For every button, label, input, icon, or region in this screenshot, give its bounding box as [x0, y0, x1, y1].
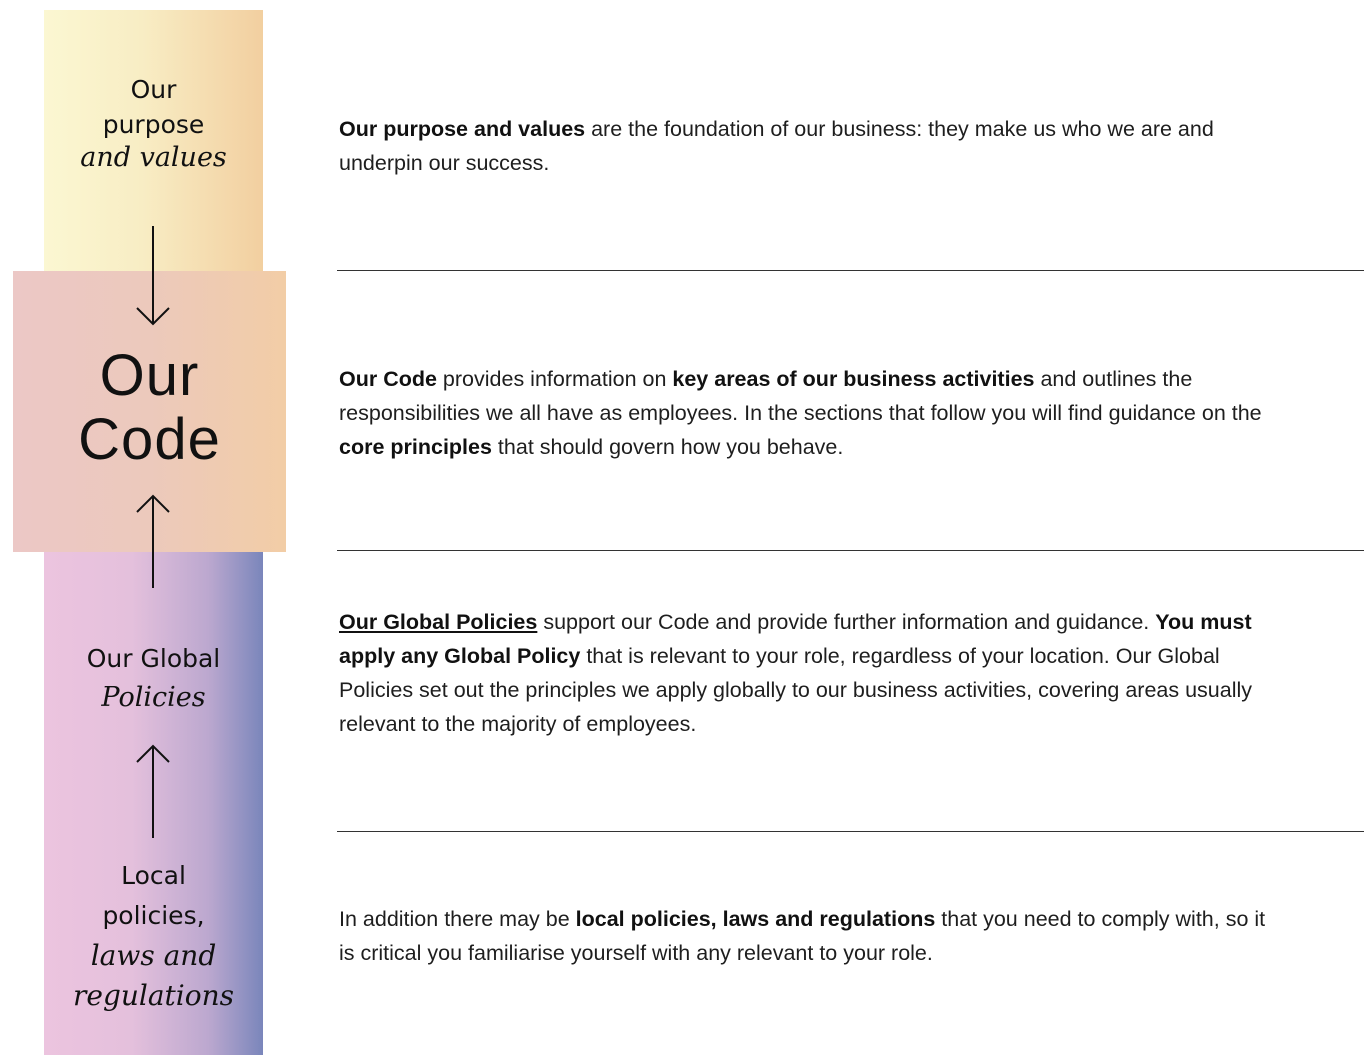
- global-policies-paragraph: Our Global Policies support our Code and…: [339, 605, 1274, 741]
- local-policies-paragraph: In addition there may be local policies,…: [339, 902, 1279, 970]
- purpose-bold: Our purpose and values: [339, 117, 586, 141]
- code-text-3: that should govern how you behave.: [491, 435, 844, 459]
- local-text-1: In addition there may be: [339, 907, 576, 931]
- arrow-up-icon: [136, 494, 170, 588]
- code-bold-1: Our Code: [339, 367, 437, 391]
- global-text-1: support our Code and provide further inf…: [537, 610, 1156, 634]
- global-policies-label: Our Global Policies: [44, 640, 263, 718]
- global-label-line2: Policies: [101, 682, 206, 713]
- code-label-line2: Code: [78, 407, 221, 472]
- global-policies-link[interactable]: Our Global Policies: [339, 610, 537, 634]
- purpose-label-line3: and values: [80, 142, 227, 173]
- local-label-line3: laws and: [90, 939, 217, 972]
- our-code-paragraph: Our Code provides information on key are…: [339, 362, 1299, 464]
- code-bold-2: key areas of our business activities: [672, 367, 1035, 391]
- code-label-line1: Our: [99, 343, 200, 408]
- local-label-line2: policies,: [102, 901, 205, 930]
- purpose-values-label: Our purpose and values: [44, 72, 263, 174]
- local-bold: local policies, laws and regulations: [575, 907, 936, 931]
- purpose-label-line2: purpose: [102, 110, 205, 139]
- local-label-line4: regulations: [72, 979, 235, 1012]
- our-code-label: Our Code: [13, 344, 286, 472]
- arrow-up-icon: [136, 744, 170, 838]
- code-text-1: provides information on: [436, 367, 673, 391]
- section-divider: [337, 550, 1364, 551]
- local-policies-label: Local policies, laws and regulations: [44, 856, 263, 1016]
- arrow-down-icon: [136, 226, 170, 326]
- global-label-line1: Our Global: [86, 644, 221, 673]
- local-label-line1: Local: [121, 861, 186, 890]
- code-bold-3: core principles: [339, 435, 492, 459]
- purpose-values-paragraph: Our purpose and values are the foundatio…: [339, 112, 1299, 180]
- section-divider: [337, 270, 1364, 271]
- section-divider: [337, 831, 1364, 832]
- purpose-label-line1: Our: [130, 75, 177, 104]
